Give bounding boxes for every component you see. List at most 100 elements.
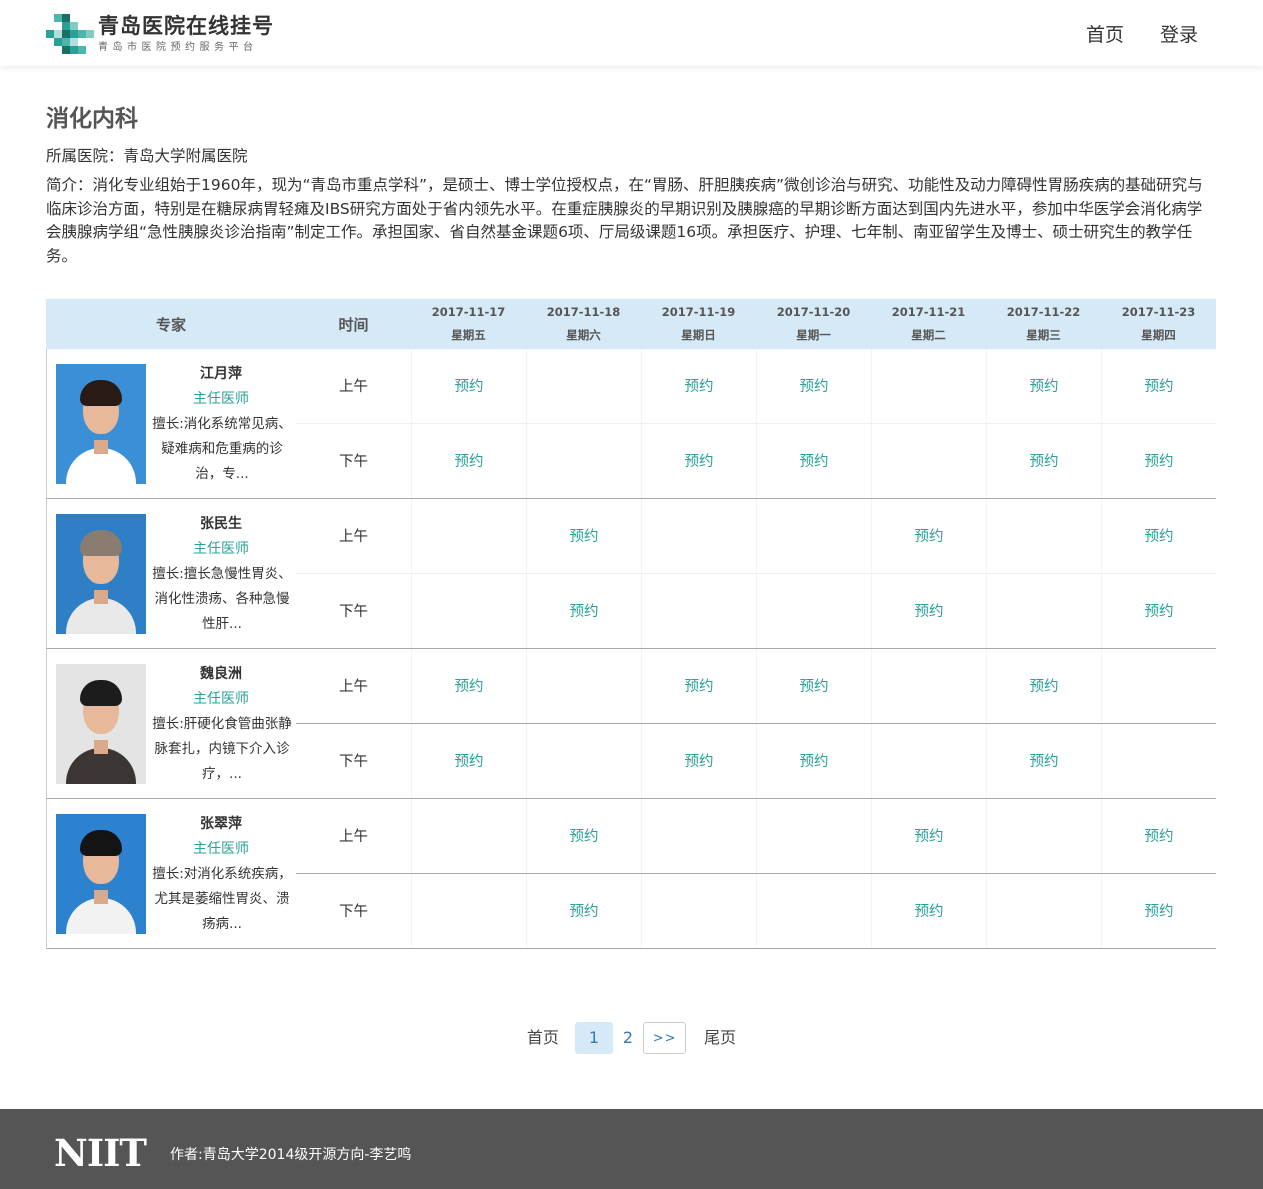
doctor-name[interactable]: 魏良洲 xyxy=(146,664,296,684)
book-button[interactable]: 预约 xyxy=(1101,573,1216,648)
empty-slot xyxy=(411,573,526,648)
doctor-slots: 上午 预约 预约 预约 预约 预约 下午 预约 预约 预约 预约 预约 xyxy=(296,349,1216,498)
doctor-specialty: 擅长:肝硬化食管曲张静脉套扎，内镜下介入诊疗，... xyxy=(152,716,292,782)
doctor-info: 江月萍主任医师擅长:消化系统常见病、疑难病和危重病的诊治，专... xyxy=(146,364,296,498)
schedule-table: 专家 时间 2017-11-17 星期五 2017-11-18 星期六 2017-1… xyxy=(46,299,1216,949)
day-header: 2017-11-23 星期四 xyxy=(1101,299,1216,349)
doctor-photo[interactable] xyxy=(56,664,146,784)
book-button[interactable]: 预约 xyxy=(411,723,526,798)
page-1-link[interactable]: 1 xyxy=(574,1022,613,1054)
book-button[interactable]: 预约 xyxy=(1101,499,1216,573)
site-logo[interactable]: 青岛医院在线挂号 青岛市医院预约服务平台 xyxy=(46,12,274,54)
book-button[interactable]: 预约 xyxy=(411,649,526,723)
day-weekday: 星期二 xyxy=(911,328,946,342)
day-date: 2017-11-20 xyxy=(776,305,851,319)
book-button[interactable]: 预约 xyxy=(641,649,756,723)
book-button[interactable]: 预约 xyxy=(986,423,1101,498)
book-button[interactable]: 预约 xyxy=(986,349,1101,423)
book-button[interactable]: 预约 xyxy=(641,723,756,798)
department-intro: 简介：消化专业组始于1960年，现为“青岛市重点学科”，是硕士、博士学位授权点，… xyxy=(46,176,1203,265)
day-header: 2017-11-18 星期六 xyxy=(526,299,641,349)
book-button[interactable]: 预约 xyxy=(986,723,1101,798)
book-button[interactable]: 预约 xyxy=(1101,349,1216,423)
book-button[interactable]: 预约 xyxy=(641,349,756,423)
doctor-title: 主任医师 xyxy=(193,541,249,557)
doctor-row: 魏良洲主任医师擅长:肝硬化食管曲张静脉套扎，内镜下介入诊疗，... 上午 预约 预约预… xyxy=(46,649,1216,799)
photo-hair xyxy=(80,830,122,856)
day-header: 2017-11-19 星期日 xyxy=(641,299,756,349)
am-slot-row: 上午 预约 预约 预约 xyxy=(296,799,1216,874)
empty-slot xyxy=(986,873,1101,948)
doctor-slots: 上午 预约 预约 预约 下午 预约 预约 预约 xyxy=(296,799,1216,948)
page-2-link[interactable]: 2 xyxy=(613,1022,643,1054)
day-weekday: 星期六 xyxy=(566,328,601,342)
doctor-photo[interactable] xyxy=(56,514,146,634)
nav-home-link[interactable]: 首页 xyxy=(1086,20,1124,47)
doctor-specialty: 擅长:对消化系统疾病，尤其是萎缩性胃炎、溃疡病... xyxy=(152,866,292,932)
book-button[interactable]: 预约 xyxy=(526,799,641,873)
day-weekday: 星期三 xyxy=(1026,328,1061,342)
book-button[interactable]: 预约 xyxy=(871,873,986,948)
doctor-row: 张民生 主任医师 擅长:擅长急慢性胃炎、消化性溃疡、各种急慢性肝... 上午 预约 预约预… xyxy=(46,499,1216,649)
doctor-photo[interactable] xyxy=(56,364,146,484)
doctor-name[interactable]: 江月萍 xyxy=(146,364,296,384)
book-button[interactable]: 预约 xyxy=(526,873,641,948)
book-button[interactable]: 预约 xyxy=(526,499,641,573)
book-button[interactable]: 预约 xyxy=(756,723,871,798)
book-button[interactable]: 预约 xyxy=(986,649,1101,723)
pm-slot-row: 下午 预约 预约 预约 xyxy=(296,573,1216,648)
page-last-link[interactable]: 尾页 xyxy=(694,1022,746,1054)
doctor-title: 主任医师 xyxy=(193,691,249,707)
doctor-cell: 张翠萍 主任医师 擅长:对消化系统疾病，尤其是萎缩性胃炎、溃疡病... xyxy=(47,799,296,948)
book-button[interactable]: 预约 xyxy=(411,349,526,423)
pixel-cross-logo-icon xyxy=(46,12,94,54)
book-button[interactable]: 预约 xyxy=(756,349,871,423)
schedule-header: 专家 时间 2017-11-17 星期五 2017-11-18 星期六 2017-1… xyxy=(46,299,1216,349)
pm-label: 下午 xyxy=(339,754,368,771)
book-button[interactable]: 预约 xyxy=(1101,873,1216,948)
empty-slot xyxy=(756,873,871,948)
empty-slot xyxy=(641,873,756,948)
top-header: 青岛医院在线挂号 青岛市医院预约服务平台 首页 登录 xyxy=(0,0,1263,66)
page-first-link[interactable]: 首页 xyxy=(517,1022,569,1054)
book-button[interactable]: 预约 xyxy=(871,573,986,648)
empty-slot xyxy=(986,573,1101,648)
book-button[interactable]: 预约 xyxy=(756,423,871,498)
doctor-info: 张民生 主任医师 擅长:擅长急慢性胃炎、消化性溃疡、各种急慢性肝... xyxy=(146,514,296,648)
pm-label: 下午 xyxy=(339,904,368,921)
nav-login-link[interactable]: 登录 xyxy=(1160,20,1198,47)
day-weekday: 星期四 xyxy=(1141,328,1176,342)
photo-neck xyxy=(94,740,108,754)
department-name: 消化内科 xyxy=(46,106,138,132)
am-slot-row: 上午 预约 预约 预约 预约 xyxy=(296,649,1216,724)
doctor-slots: 上午 预约 预约 预约 下午 预约 预约 预约 xyxy=(296,499,1216,648)
book-button[interactable]: 预约 xyxy=(641,423,756,498)
day-header: 2017-11-22 星期三 xyxy=(986,299,1101,349)
day-weekday: 星期日 xyxy=(681,328,716,342)
book-button[interactable]: 预约 xyxy=(756,649,871,723)
book-button[interactable]: 预约 xyxy=(1101,423,1216,498)
doctor-cell: 江月萍主任医师擅长:消化系统常见病、疑难病和危重病的诊治，专... xyxy=(47,349,296,498)
doctor-name[interactable]: 张翠萍 xyxy=(146,814,296,834)
empty-slot xyxy=(871,423,986,498)
book-button[interactable]: 预约 xyxy=(526,573,641,648)
doctor-specialty: 擅长:消化系统常见病、疑难病和危重病的诊治，专... xyxy=(152,416,292,482)
book-button[interactable]: 预约 xyxy=(871,499,986,573)
empty-slot xyxy=(986,799,1101,873)
doctor-name[interactable]: 张民生 xyxy=(146,514,296,534)
niit-logo: NIIT xyxy=(54,1131,147,1175)
page-next-button[interactable]: >> xyxy=(643,1022,687,1054)
book-button[interactable]: 预约 xyxy=(871,799,986,873)
empty-slot xyxy=(1101,649,1216,723)
footer: NIIT 作者:青岛大学2014级开源方向-李艺鸣 xyxy=(0,1109,1263,1189)
am-slot-row: 上午 预约 预约 预约 xyxy=(296,499,1216,574)
empty-slot xyxy=(756,499,871,573)
doctor-photo[interactable] xyxy=(56,814,146,934)
book-button[interactable]: 预约 xyxy=(1101,799,1216,873)
day-weekday: 星期五 xyxy=(451,328,486,342)
day-header: 2017-11-17 星期五 xyxy=(411,299,526,349)
book-button[interactable]: 预约 xyxy=(411,423,526,498)
day-header: 2017-11-20 星期一 xyxy=(756,299,871,349)
doctor-title: 主任医师 xyxy=(193,391,249,407)
department-info: 消化内科 所属医院：青岛大学附属医院 简介：消化专业组始于1960年，现为“青岛… xyxy=(46,100,1216,268)
